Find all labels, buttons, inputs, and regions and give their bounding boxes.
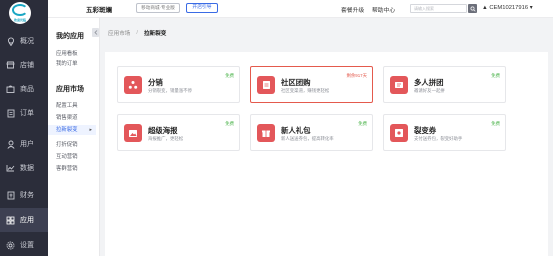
image-icon <box>124 124 142 142</box>
breadcrumb: 应用市场 / 拉新裂变 <box>108 29 166 37</box>
app-card-fission-coupon[interactable]: 裂变券 支付送券包，裂变好助手 免费 <box>383 114 506 151</box>
order-icon <box>6 109 15 118</box>
caret-right-icon: ▸ <box>89 127 92 133</box>
user-icon: ▲ <box>482 5 488 11</box>
search-button[interactable] <box>468 4 477 13</box>
app-card-desc: 支付送券包，裂变好助手 <box>414 136 463 141</box>
setup-guide-button[interactable]: 开店引导 <box>186 3 218 13</box>
nav-item-label: 订单 <box>20 110 34 117</box>
app-card-desc: 新人送送券包，提高转化率 <box>281 136 334 141</box>
nav-item-label: 财务 <box>20 192 34 199</box>
gear-icon <box>6 241 15 250</box>
nav-item-data[interactable]: 数据 <box>0 156 48 180</box>
search-input[interactable]: 请输入搜索 <box>410 4 467 13</box>
search-icon <box>470 6 476 12</box>
collapse-sidebar-button[interactable] <box>92 28 99 37</box>
nav-item-label: 数据 <box>20 165 34 172</box>
section-title-my-apps: 我的应用 <box>56 33 84 40</box>
app-card-super-poster[interactable]: 超级海报 海报推广，更轻松 免费 <box>117 114 240 151</box>
user-name: CEM10217916 <box>489 5 529 11</box>
nav-item-label: 设置 <box>20 242 34 249</box>
app-card-distribution[interactable]: 分销 分销裂变，销量涨不停 免费 <box>117 66 240 103</box>
edition-tag[interactable]: 移动商城·专业版 <box>136 3 180 13</box>
sidebar-link-interactive[interactable]: 互动营销 <box>56 152 78 160</box>
apps-icon <box>6 216 15 225</box>
nav-item-label: 用户 <box>20 141 34 148</box>
breadcrumb-root[interactable]: 应用市场 <box>108 29 130 37</box>
sidebar-link-customer-groups[interactable]: 客群营销 <box>56 164 78 172</box>
price-badge: 免费 <box>491 121 500 126</box>
app-card-community-group-buy[interactable]: 社区团购 社区变渠道，赚钱更轻松 剩余917天 <box>250 66 373 103</box>
gift-icon <box>257 124 275 142</box>
bag-icon <box>6 85 15 94</box>
nav-item-label: 商品 <box>20 86 34 93</box>
sidebar-link-app-board[interactable]: 应用看板 <box>56 49 78 57</box>
sidebar-link-discounts[interactable]: 打折促销 <box>56 140 78 148</box>
chevron-left-icon <box>93 30 97 35</box>
app-card-title: 多人拼团 <box>414 78 444 87</box>
nav-item-label: 概况 <box>20 38 34 45</box>
location-icon <box>6 36 15 46</box>
chevron-down-icon: ▾ <box>529 5 533 11</box>
app-card-group-buy[interactable]: 多人拼团 邀请好友一起拼 免费 <box>383 66 506 103</box>
plan-upgrade-link[interactable]: 套餐升级 <box>341 5 364 14</box>
app-card-desc: 分销裂变，销量涨不停 <box>148 88 192 93</box>
user-icon <box>6 140 15 149</box>
sidebar-link-label: 拉新裂变 <box>56 127 78 133</box>
app-card-grid: 分销 分销裂变，销量涨不停 免费 社区团购 社区变渠道，赚钱更轻松 剩余917天… <box>105 52 548 256</box>
price-badge: 免费 <box>225 121 234 126</box>
days-remaining-badge: 剩余917天 <box>346 73 368 78</box>
top-header: 五彩斑斓 移动商城·专业版 开店引导 套餐升级 帮助中心 请输入搜索 ▲ CEM… <box>48 0 553 18</box>
logo[interactable]: 欢迎光临 <box>9 2 31 24</box>
coupon-icon <box>390 124 408 142</box>
chart-icon <box>6 164 15 173</box>
sidebar-link-my-orders[interactable]: 我的订单 <box>56 59 78 67</box>
nav-item-users[interactable]: 用户 <box>0 132 48 156</box>
nav-item-overview[interactable]: 概况 <box>0 29 48 53</box>
app-card-title: 社区团购 <box>281 78 311 87</box>
app-card-desc: 社区变渠道，赚钱更轻松 <box>281 88 330 93</box>
main-nav: 欢迎光临 概况 店铺 商品 订单 用户 数据 财务 应用 设置 <box>0 0 48 256</box>
logo-text: 欢迎光临 <box>13 18 26 22</box>
sidebar-link-sales-channels[interactable]: 销售渠道 <box>56 113 78 121</box>
sidebar-link-config-tools[interactable]: 配置工具 <box>56 101 78 109</box>
app-card-title: 分销 <box>148 78 163 87</box>
price-badge: 免费 <box>225 73 234 78</box>
nav-item-label: 应用 <box>20 217 34 224</box>
app-sidebar: 我的应用 应用看板 我的订单 应用市场 配置工具 销售渠道 拉新裂变 ▸ 打折促… <box>48 0 100 256</box>
section-title-app-market: 应用市场 <box>56 86 84 93</box>
breadcrumb-separator: / <box>136 30 138 36</box>
document-icon <box>257 76 275 94</box>
user-menu[interactable]: ▲ CEM10217916 ▾ <box>482 5 533 11</box>
sidebar-link-acquisition[interactable]: 拉新裂变 ▸ <box>48 125 96 135</box>
group-icon <box>390 76 408 94</box>
app-card-desc: 邀请好友一起拼 <box>414 88 445 93</box>
nav-item-goods[interactable]: 商品 <box>0 77 48 101</box>
nav-item-settings[interactable]: 设置 <box>0 233 48 256</box>
breadcrumb-current: 拉新裂变 <box>143 31 167 37</box>
help-center-link[interactable]: 帮助中心 <box>372 5 395 14</box>
app-card-new-user-gift[interactable]: 新人礼包 新人送送券包，提高转化率 免费 <box>250 114 373 151</box>
nav-item-store[interactable]: 店铺 <box>0 53 48 77</box>
nav-item-orders[interactable]: 订单 <box>0 101 48 125</box>
nav-item-apps[interactable]: 应用 <box>0 208 48 232</box>
finance-icon <box>6 191 15 200</box>
price-badge: 免费 <box>491 73 500 78</box>
nav-item-finance[interactable]: 财务 <box>0 183 48 207</box>
nav-item-label: 店铺 <box>20 62 34 69</box>
app-card-desc: 海报推广，更轻松 <box>148 136 184 141</box>
share-icon <box>124 76 142 94</box>
app-card-title: 超级海报 <box>148 126 178 135</box>
app-card-title: 裂变券 <box>414 126 437 135</box>
store-icon <box>6 61 15 70</box>
app-card-title: 新人礼包 <box>281 126 311 135</box>
price-badge: 免费 <box>358 121 367 126</box>
store-name: 五彩斑斓 <box>86 7 112 14</box>
